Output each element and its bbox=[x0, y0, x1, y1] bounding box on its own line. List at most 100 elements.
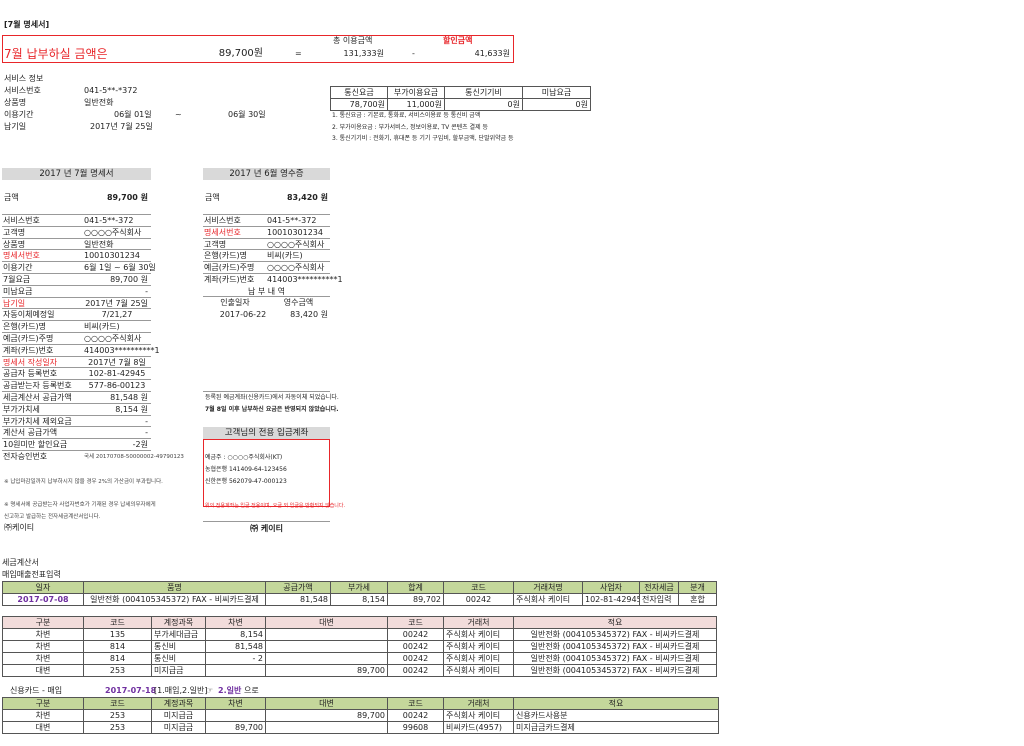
table-cell: 일반전화 (004105345372) FAX - 비씨카드결제 bbox=[83, 593, 266, 606]
column-header: 대변 bbox=[265, 697, 388, 710]
minus-sign: - bbox=[412, 49, 415, 58]
column-header: 계정과목 bbox=[151, 697, 206, 710]
table-cell: 일반전화 (004105345372) FAX - 비씨카드결제 bbox=[513, 628, 717, 641]
receipt-note: 등록된 예금계좌(신용카드)에서 자동이체 되었습니다. bbox=[205, 394, 339, 401]
column-header: 거래처 bbox=[443, 616, 514, 629]
table-cell: 비씨카드(4957) bbox=[443, 721, 514, 734]
table-cell: 차변 bbox=[2, 628, 84, 641]
journal-table: 구분 코드 계정과목 차변 대변 코드 거래처 적요 차변 135 부가세대급금 8,154 00242… bbox=[2, 616, 717, 677]
column-header: 적요 bbox=[513, 616, 717, 629]
bill-row-label: 전자승인번호 bbox=[3, 452, 48, 461]
table-row: 2017-07-08 일반전화 (004105345372) FAX - 비씨카드… bbox=[2, 593, 717, 606]
table-cell: 주식회사 케이티 bbox=[443, 664, 514, 677]
table-cell: 일반전화 (004105345372) FAX - 비씨카드결제 bbox=[513, 652, 717, 665]
table-cell: 주식회사 케이티 bbox=[443, 628, 514, 641]
discount-label: 할인금액 bbox=[443, 36, 473, 45]
card-option: [1.매입,2.일반] bbox=[154, 686, 208, 695]
column-header: 차변 bbox=[205, 697, 266, 710]
table-cell bbox=[205, 664, 266, 677]
table-cell: 차변 bbox=[2, 640, 84, 653]
service-value: 041-5**-*372 bbox=[84, 86, 138, 95]
tax-subtitle: 매입매출전표입력 bbox=[2, 570, 61, 579]
column-header: 사업자 bbox=[582, 581, 640, 594]
card-label: 신용카드 - 매입 bbox=[10, 686, 63, 695]
table-cell: 253 bbox=[83, 664, 152, 677]
discount-amount: 41,633원 bbox=[474, 49, 510, 58]
fee-note: 1. 통신요금 : 기본료, 통화료, 서비스이용료 등 통신비 금액 bbox=[332, 112, 481, 119]
bill-amount: 89,700 원 bbox=[106, 193, 148, 202]
column-header: 합계 bbox=[387, 581, 444, 594]
bill-note: ※ 납입마감일까지 납부하시지 않을 경우 2%의 가산금이 부과됩니다. bbox=[4, 479, 163, 485]
column-header: 구분 bbox=[2, 697, 84, 710]
period-from: 06월 01일 bbox=[114, 110, 152, 119]
equals-sign: = bbox=[295, 49, 302, 58]
service-label: 이용기간 bbox=[4, 110, 34, 119]
table-cell: 일반전화 (004105345372) FAX - 비씨카드결제 bbox=[513, 640, 717, 653]
table-cell: 신용카드사용분 bbox=[513, 709, 719, 722]
table-cell: 대변 bbox=[2, 664, 84, 677]
paid-header: 영수금액 bbox=[283, 298, 314, 307]
column-header: 코드 bbox=[387, 616, 444, 629]
total-label: 총 이용금액 bbox=[333, 36, 373, 45]
table-cell: 00242 bbox=[387, 664, 444, 677]
table-cell: 주식회사 케이티 bbox=[443, 640, 514, 653]
paid-header: 인출일자 bbox=[220, 298, 250, 307]
table-cell: 89,702 bbox=[387, 593, 444, 606]
column-header: 코드 bbox=[443, 581, 514, 594]
receipt-note: 7월 8일 이후 납부하신 요금은 반영되지 않았습니다. bbox=[205, 406, 339, 413]
table-cell: 통신비 bbox=[151, 652, 206, 665]
card-journal-table: 구분 코드 계정과목 차변 대변 코드 거래처 적요 차변 253 미지급금 89,700 00242 주… bbox=[2, 697, 719, 734]
pay-label: 7월 납부하실 금액은 bbox=[4, 47, 108, 61]
table-cell: 미지급금카드결제 bbox=[513, 721, 719, 734]
table-cell: 00242 bbox=[387, 709, 444, 722]
table-cell: 814 bbox=[83, 640, 152, 653]
fee-value: 0원 bbox=[522, 98, 591, 111]
table-cell: 혼합 bbox=[678, 593, 717, 606]
table-cell: 00242 bbox=[387, 652, 444, 665]
table-cell: 미지급금 bbox=[151, 721, 206, 734]
column-header: 일자 bbox=[2, 581, 84, 594]
table-cell bbox=[205, 709, 266, 722]
fee-value: 11,000원 bbox=[387, 98, 445, 111]
table-cell: 부가세대급금 bbox=[151, 628, 206, 641]
table-header-row: 구분 코드 계정과목 차변 대변 코드 거래처 적요 bbox=[2, 616, 717, 629]
column-header: 대변 bbox=[265, 616, 388, 629]
table-cell: 주식회사 케이티 bbox=[443, 709, 514, 722]
account-title: 고객님의 전용 입금계좌 bbox=[203, 427, 330, 439]
account-line: 예금주 : ○○○○주식회사(KT) bbox=[205, 454, 283, 461]
pay-amount: 89,700원 bbox=[218, 48, 263, 59]
table-cell: 81,548 bbox=[205, 640, 266, 653]
table-cell: 102-81-42945 bbox=[582, 593, 640, 606]
table-cell bbox=[265, 628, 388, 641]
service-value: 일반전화 bbox=[84, 98, 114, 107]
table-cell bbox=[265, 652, 388, 665]
pointing-hand-icon: ☞ bbox=[206, 686, 214, 695]
table-cell: 차변 bbox=[2, 652, 84, 665]
table-cell: 미지급금 bbox=[151, 664, 206, 677]
bill-amount-label: 금액 bbox=[4, 193, 19, 202]
table-cell: 2017-07-08 bbox=[2, 593, 84, 606]
table-cell: 81,548 bbox=[265, 593, 331, 606]
fees-table: 통신요금 부가이용요금 통신기기비 미납요금 78,700원 11,000원 0원 0원 bbox=[330, 86, 591, 111]
table-cell: 253 bbox=[83, 709, 152, 722]
fee-header: 통신기기비 bbox=[444, 86, 523, 99]
table-cell: 89,700 bbox=[265, 664, 388, 677]
card-suffix: 으로 bbox=[244, 686, 259, 695]
table-row: 차변 814 통신비 81,548 00242 주식회사 케이티 일반전화 (0041053… bbox=[2, 640, 717, 653]
table-cell: 일반전화 (004105345372) FAX - 비씨카드결제 bbox=[513, 664, 717, 677]
column-header: 구분 bbox=[2, 616, 84, 629]
column-header: 분개 bbox=[678, 581, 717, 594]
table-row: 차변 814 통신비 - 2 00242 주식회사 케이티 일반전화 (0041053453… bbox=[2, 652, 717, 665]
column-header: 전자세금 bbox=[639, 581, 679, 594]
table-row: 차변 135 부가세대급금 8,154 00242 주식회사 케이티 일반전화 (00410… bbox=[2, 628, 717, 641]
bill-company: ㈜케이티 bbox=[4, 523, 35, 532]
table-cell: 253 bbox=[83, 721, 152, 734]
table-cell: 통신비 bbox=[151, 640, 206, 653]
receipt-row-label: 계좌(카드)번호 bbox=[204, 275, 255, 284]
table-cell bbox=[265, 721, 388, 734]
table-cell: 8,154 bbox=[205, 628, 266, 641]
table-row: 대변 253 미지급금 89,700 00242 주식회사 케이티 일반전화 (004105… bbox=[2, 664, 717, 677]
bill-header: 2017 년 7월 명세서 bbox=[2, 168, 151, 180]
receipt-company: ㈜ 케이티 bbox=[250, 524, 283, 533]
account-line: 농협은행 141409-64-123456 bbox=[205, 466, 287, 473]
